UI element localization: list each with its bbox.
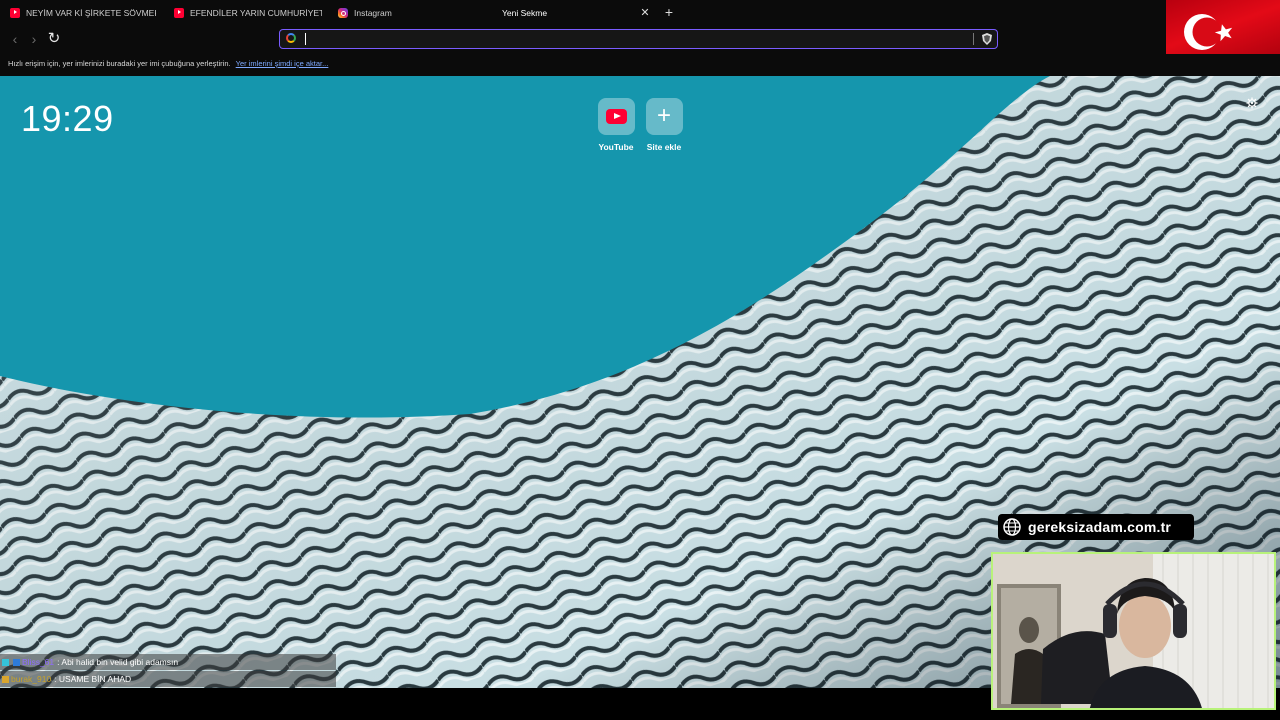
shortcut-label: Site ekle <box>646 142 682 152</box>
chat-username: Bliss_61 <box>22 657 55 667</box>
gear-icon[interactable] <box>1246 97 1258 109</box>
shortcut-youtube[interactable]: YouTube <box>592 98 640 152</box>
tab-title: Instagram <box>354 8 392 18</box>
bookmarks-bar-message: Hızlı erişim için, yer imlerinizi burada… <box>8 59 231 68</box>
address-bar[interactable] <box>279 29 998 49</box>
browser-toolbar: ‹ › ↻ <box>0 26 1166 54</box>
youtube-icon <box>174 8 184 18</box>
import-bookmarks-link[interactable]: Yer imlerini şimdi içe aktar... <box>236 59 329 68</box>
reload-button[interactable]: ↻ <box>45 30 63 48</box>
tab-3[interactable]: Instagram <box>338 0 478 26</box>
google-icon <box>286 33 296 43</box>
badge-icon <box>13 658 20 666</box>
stream-chat-overlay: Bliss_61 : Abi halid bin velid gibi adam… <box>0 654 336 688</box>
text-caret <box>305 33 306 45</box>
back-button[interactable]: ‹ <box>6 30 24 48</box>
chat-username: burak_910 <box>11 674 52 684</box>
tab-strip: NEYİM VAR Kİ ŞİRKETE SÖVMEKTEN... EFENDİ… <box>0 0 1280 26</box>
globe-icon <box>1003 518 1021 536</box>
webcam-feed-image <box>993 554 1274 708</box>
forward-button[interactable]: › <box>25 30 43 48</box>
webcam-overlay <box>991 552 1276 710</box>
bookmarks-bar: Hızlı erişim için, yer imlerinizi burada… <box>0 54 1280 76</box>
stream-site-url: gereksizadam.com.tr <box>1028 519 1172 535</box>
address-input[interactable] <box>310 31 964 49</box>
chat-message: Bliss_61 : Abi halid bin velid gibi adam… <box>0 654 336 670</box>
address-divider <box>973 33 974 45</box>
tab-title: NEYİM VAR Kİ ŞİRKETE SÖVMEKTEN... <box>26 8 156 18</box>
stream-site-banner: gereksizadam.com.tr <box>998 514 1194 540</box>
chat-text: : USAME BİN AHAD <box>54 674 132 684</box>
chat-message: burak_910 : USAME BİN AHAD <box>0 671 336 687</box>
shield-icon[interactable] <box>982 33 992 45</box>
new-tab-button[interactable]: + <box>663 4 675 20</box>
badge-icon <box>2 658 9 666</box>
tab-2[interactable]: EFENDİLER YARIN CUMHURİYETİ İLAN... <box>174 0 322 26</box>
tab-title: Yeni Sekme <box>502 8 548 18</box>
youtube-icon <box>605 109 627 124</box>
tab-1[interactable]: NEYİM VAR Kİ ŞİRKETE SÖVMEKTEN... <box>10 0 156 26</box>
instagram-icon <box>338 8 348 18</box>
shortcut-add-site[interactable]: + Site ekle <box>640 98 688 152</box>
shortcut-label: YouTube <box>598 142 634 152</box>
tab-active[interactable]: Yeni Sekme <box>502 0 622 26</box>
close-tab-icon[interactable]: ✕ <box>639 5 651 21</box>
chat-text: : Abi halid bin velid gibi adamsın <box>57 657 179 667</box>
tab-title: EFENDİLER YARIN CUMHURİYETİ İLAN... <box>190 8 322 18</box>
youtube-icon <box>10 8 20 18</box>
clock: 19:29 <box>21 98 114 139</box>
badge-icon <box>2 675 9 683</box>
plus-icon: + <box>656 102 671 129</box>
